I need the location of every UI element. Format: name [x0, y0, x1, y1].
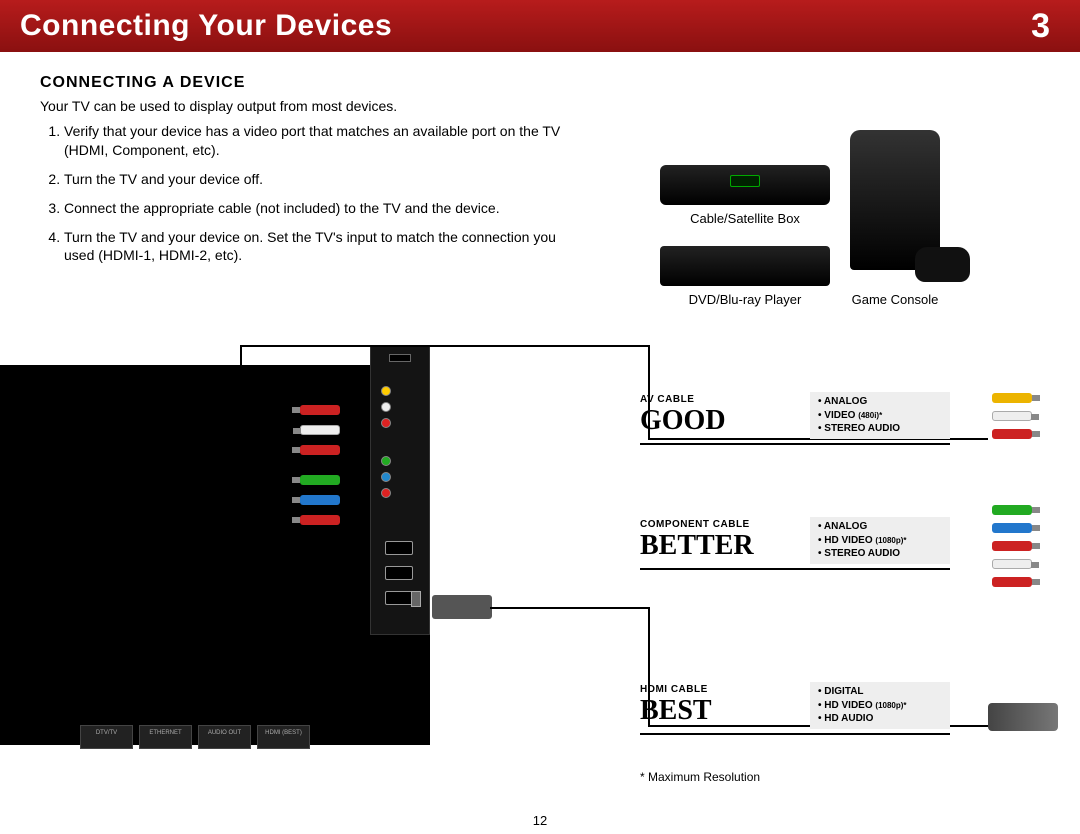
step-1: Verify that your device has a video port… — [64, 122, 590, 160]
plug-green-icon — [300, 475, 340, 485]
rca-green-icon — [381, 456, 391, 466]
plug-red-icon — [992, 429, 1032, 439]
wire — [240, 345, 242, 515]
av-plugs-left — [300, 405, 340, 455]
good-spec3: • STEREO AUDIO — [818, 422, 942, 436]
rca-white-icon — [381, 402, 391, 412]
footnote: * Maximum Resolution — [640, 770, 760, 784]
rca-red-icon — [381, 418, 391, 428]
better-spec3: • STEREO AUDIO — [818, 547, 942, 561]
plug-green-icon — [992, 505, 1032, 515]
quality-best: HDMI CABLE BEST • DIGITAL • HD VIDEO (10… — [640, 680, 950, 735]
wire — [260, 535, 300, 537]
plug-blue-icon — [992, 523, 1032, 533]
usb-port-2-icon — [411, 591, 421, 607]
rca-red2-icon — [381, 488, 391, 498]
rca-yellow-icon — [381, 386, 391, 396]
cable-box-label: Cable/Satellite Box — [690, 211, 800, 226]
quality-good: AV CABLE GOOD • ANALOG • VIDEO (480i)* •… — [640, 390, 950, 445]
better-spec2: • HD VIDEO (1080p)* — [818, 534, 942, 548]
chapter-title: Connecting Your Devices — [20, 9, 392, 43]
chapter-number: 3 — [1031, 7, 1050, 46]
best-spec3: • HD AUDIO — [818, 712, 942, 726]
game-console-label: Game Console — [852, 292, 939, 307]
plug-red-icon — [992, 577, 1032, 587]
wire — [240, 515, 300, 517]
plug-white-icon — [992, 411, 1032, 421]
good-specs: • ANALOG • VIDEO (480i)* • STEREO AUDIO — [810, 392, 950, 439]
quality-better: COMPONENT CABLE BETTER • ANALOG • HD VID… — [640, 515, 950, 570]
step-2: Turn the TV and your device off. — [64, 170, 590, 189]
page-number: 12 — [533, 813, 547, 828]
steps-list: Verify that your device has a video port… — [40, 122, 590, 265]
rca-blue-icon — [381, 472, 391, 482]
av-ports — [381, 386, 391, 428]
good-spec1: • ANALOG — [818, 395, 942, 409]
plug-blue-icon — [300, 495, 340, 505]
best-specs: • DIGITAL • HD VIDEO (1080p)* • HD AUDIO — [810, 682, 950, 729]
usb-port-icon — [389, 354, 411, 362]
better-spec1: • ANALOG — [818, 520, 942, 534]
good-spec2: • VIDEO (480i)* — [818, 409, 942, 423]
component-plugs-right — [992, 505, 1032, 587]
device-examples: Cable/Satellite Box DVD/Blu-ray Player G… — [660, 130, 1040, 307]
wire — [240, 345, 650, 347]
plug-red2-icon — [300, 445, 340, 455]
best-spec1: • DIGITAL — [818, 685, 942, 699]
connection-diagram: DTV/TV ETHERNET AUDIO OUT HDMI (BEST) — [0, 355, 1080, 785]
best-spec2: • HD VIDEO (1080p)* — [818, 699, 942, 713]
port-dtv: DTV/TV — [80, 725, 133, 749]
port-audio-out: AUDIO OUT — [198, 725, 251, 749]
component-ports — [381, 456, 391, 498]
component-plugs-left — [300, 475, 340, 525]
section-intro: Your TV can be used to display output fr… — [40, 98, 1040, 114]
plug-white-icon — [300, 425, 340, 435]
plug-white-icon — [992, 559, 1032, 569]
step-4: Turn the TV and your device on. Set the … — [64, 228, 590, 266]
plug-yellow-icon — [992, 393, 1032, 403]
plug-red-icon — [300, 405, 340, 415]
cable-box-icon — [660, 165, 830, 205]
plug-red-icon — [992, 541, 1032, 551]
hdmi-plug-right-icon — [988, 703, 1058, 731]
hdmi-port-2-icon — [385, 566, 413, 580]
bottom-ports: DTV/TV ETHERNET AUDIO OUT HDMI (BEST) — [80, 725, 310, 749]
hdmi-port-1-icon — [385, 541, 413, 555]
dvd-player-label: DVD/Blu-ray Player — [689, 292, 802, 307]
game-console-icon — [850, 130, 940, 270]
dvd-player-icon — [660, 246, 830, 286]
device-console-col: Game Console — [850, 130, 940, 307]
better-specs: • ANALOG • HD VIDEO (1080p)* • STEREO AU… — [810, 517, 950, 564]
section-title: CONNECTING A DEVICE — [40, 74, 1040, 92]
plug-red3-icon — [300, 515, 340, 525]
wire — [490, 607, 650, 609]
port-ethernet: ETHERNET — [139, 725, 192, 749]
side-port-panel — [370, 345, 430, 635]
av-plugs-right — [992, 393, 1032, 439]
step-3: Connect the appropriate cable (not inclu… — [64, 199, 590, 218]
tv-body: DTV/TV ETHERNET AUDIO OUT HDMI (BEST) — [0, 365, 430, 745]
wire — [260, 475, 262, 535]
device-cable-col: Cable/Satellite Box DVD/Blu-ray Player — [660, 165, 830, 307]
hdmi-port-3-icon — [385, 591, 413, 605]
hdmi-plug-left-icon — [432, 595, 492, 619]
port-hdmi-best: HDMI (BEST) — [257, 725, 310, 749]
chapter-header: Connecting Your Devices 3 — [0, 0, 1080, 52]
